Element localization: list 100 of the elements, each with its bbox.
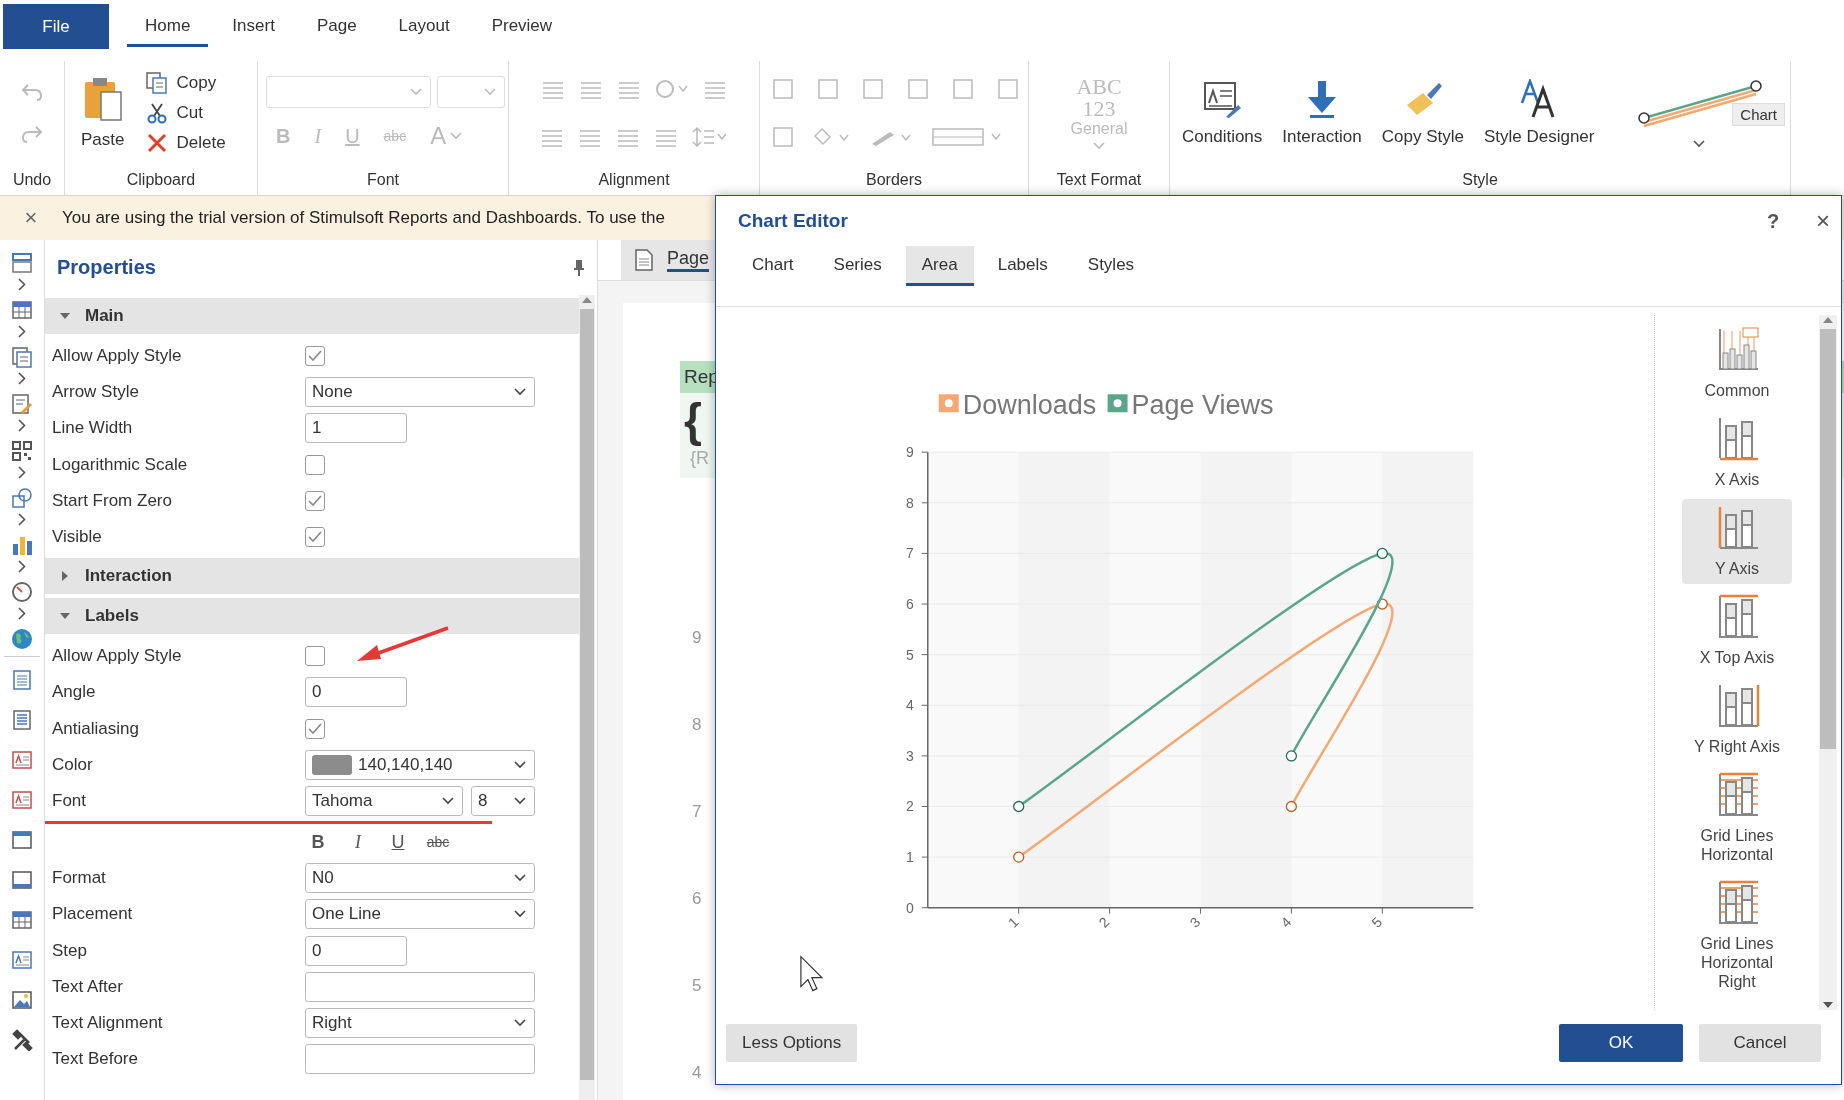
dialog-tab[interactable]: Area <box>905 246 974 286</box>
checkbox[interactable] <box>305 454 325 475</box>
color-dropdown[interactable]: 140,140,140 <box>305 749 535 780</box>
caret-icon <box>514 874 526 883</box>
sidebar-item[interactable]: Y Axis <box>1682 499 1792 584</box>
dropdown[interactable]: N0 <box>305 863 535 894</box>
close-button[interactable]: × <box>0 204 62 232</box>
axis-label: 7 <box>906 545 914 562</box>
clipboard-button[interactable]: Copy <box>142 70 230 96</box>
chevron-icon[interactable] <box>18 278 26 291</box>
bar-chart-icon[interactable] <box>11 534 33 556</box>
close-button[interactable]: × <box>1805 206 1841 236</box>
text-icon[interactable] <box>11 949 33 971</box>
input-field[interactable]: 1 <box>305 413 407 444</box>
scrollbar-thumb[interactable] <box>580 309 594 1080</box>
font-style-button[interactable]: I <box>345 831 371 853</box>
rich-text-icon[interactable] <box>11 789 33 811</box>
ok-button[interactable]: OK <box>1559 1024 1683 1062</box>
page-icon[interactable] <box>11 669 33 691</box>
band-icon[interactable] <box>11 252 33 274</box>
ribbon-tab[interactable]: Home <box>127 6 209 47</box>
checkbox[interactable] <box>305 527 325 548</box>
table-icon[interactable] <box>11 299 33 321</box>
file-tab[interactable]: File <box>3 4 109 49</box>
chevron-icon[interactable] <box>18 325 26 338</box>
chevron-icon[interactable] <box>18 419 26 432</box>
style-button[interactable]: Style Designer <box>1479 75 1599 151</box>
scroll-up-icon[interactable] <box>1822 315 1834 325</box>
table-icon[interactable] <box>11 909 33 931</box>
scrollbar-thumb[interactable] <box>1820 329 1836 749</box>
chevron-icon[interactable] <box>18 607 26 620</box>
style-button[interactable]: Interaction <box>1278 75 1366 151</box>
cancel-button[interactable]: Cancel <box>1699 1024 1821 1062</box>
edit-icon[interactable] <box>11 393 33 415</box>
ribbon-tab[interactable]: Page <box>298 6 375 47</box>
input-field[interactable] <box>305 1044 535 1075</box>
dialog-tab[interactable]: Labels <box>981 246 1064 286</box>
caret-icon <box>442 796 454 805</box>
less-options-button[interactable]: Less Options <box>726 1024 858 1062</box>
checkbox[interactable] <box>305 646 325 667</box>
input-field[interactable]: 0 <box>305 677 407 708</box>
font-style-button[interactable]: U <box>385 831 411 853</box>
section-header[interactable]: Main <box>45 298 579 334</box>
sidebar-item[interactable]: Grid Lines Horizontal <box>1682 766 1792 870</box>
sidebar-item[interactable]: Common <box>1682 321 1792 406</box>
section-header[interactable]: Interaction <box>45 558 579 595</box>
line-spacing-icon[interactable] <box>692 126 728 148</box>
size-dropdown[interactable]: 8 <box>471 785 535 816</box>
text-block-icon[interactable] <box>11 749 33 771</box>
dropdown[interactable]: One Line <box>305 899 535 930</box>
globe-icon[interactable] <box>11 628 33 650</box>
scroll-down-icon[interactable] <box>1822 1000 1834 1010</box>
font-style-button[interactable]: abc <box>425 834 451 851</box>
style-button[interactable]: Conditions <box>1178 75 1267 151</box>
qr-code-icon[interactable] <box>11 440 33 462</box>
checkbox[interactable] <box>305 346 325 367</box>
dialog-tab[interactable]: Styles <box>1071 246 1151 286</box>
pin-icon[interactable] <box>573 258 585 277</box>
dropdown[interactable]: Right <box>305 1007 535 1038</box>
shapes-icon[interactable] <box>11 487 33 509</box>
input-field[interactable]: 0 <box>305 935 407 966</box>
axis-label: 1 <box>1004 913 1022 931</box>
ribbon-tab[interactable]: Insert <box>214 6 293 47</box>
caret-icon <box>514 796 526 805</box>
tools-icon[interactable] <box>11 1029 33 1051</box>
font-dropdown[interactable]: Tahoma <box>305 785 463 816</box>
sidebar-item[interactable]: Grid Lines Horizontal Right <box>1682 874 1792 997</box>
chevron-icon[interactable] <box>18 560 26 573</box>
redo-icon[interactable] <box>21 124 43 144</box>
group-label: Font <box>366 170 400 190</box>
chevron-icon[interactable] <box>18 372 26 385</box>
panel-title: Properties <box>57 256 156 279</box>
sidebar-item[interactable]: Y Right Axis <box>1682 677 1792 762</box>
checkbox[interactable] <box>305 718 325 739</box>
clipboard-button[interactable]: Delete <box>142 130 230 156</box>
chevron-icon[interactable] <box>18 513 26 526</box>
gauge-icon[interactable] <box>11 581 33 603</box>
dialog-tab[interactable]: Series <box>817 246 898 286</box>
help-button[interactable]: ? <box>1755 208 1791 234</box>
input-field[interactable] <box>305 971 535 1002</box>
section-header[interactable]: Labels <box>45 598 579 635</box>
paste-button[interactable]: Paste <box>77 72 129 154</box>
sidebar-item[interactable]: X Top Axis <box>1682 588 1792 673</box>
dropdown[interactable]: None <box>305 377 535 408</box>
dialog-tab[interactable]: Chart <box>736 246 810 286</box>
scroll-up-icon[interactable] <box>581 295 593 305</box>
ribbon-tab[interactable]: Layout <box>380 6 468 47</box>
property-label: Angle <box>51 682 97 703</box>
sidebar-item[interactable]: X Axis <box>1682 410 1792 495</box>
checkbox[interactable] <box>305 490 325 511</box>
chevron-icon[interactable] <box>18 466 26 479</box>
style-button[interactable]: Copy Style <box>1377 75 1468 151</box>
clipboard-button[interactable]: Cut <box>142 100 230 126</box>
image-icon[interactable] <box>11 989 33 1011</box>
panel-icon[interactable] <box>11 869 33 891</box>
ribbon-tab[interactable]: Preview <box>473 6 571 47</box>
font-style-button[interactable]: B <box>305 831 331 853</box>
lines-icon[interactable] <box>11 709 33 731</box>
window-icon[interactable] <box>11 829 33 851</box>
report-icon[interactable] <box>11 346 33 368</box>
